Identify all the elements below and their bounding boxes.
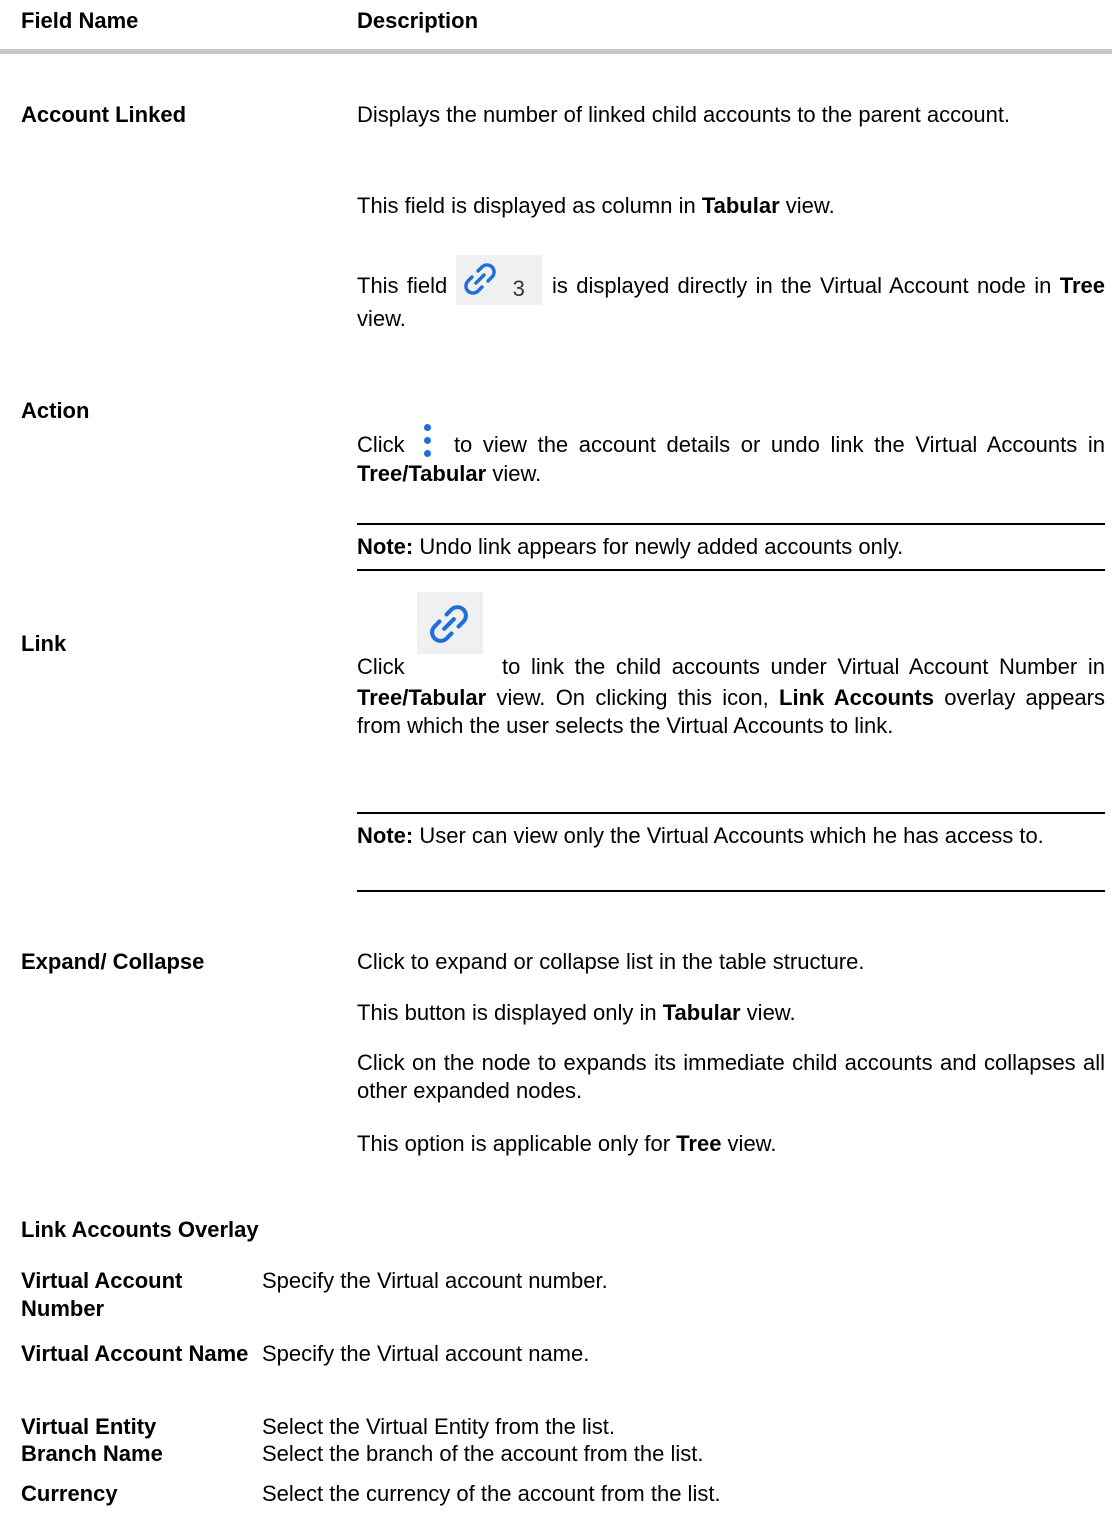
expand-desc-2: This button is displayed only in Tabular… — [357, 1000, 796, 1025]
overlay-field-branch-name: Branch Name — [21, 1441, 163, 1466]
column-header-field-name: Field Name — [21, 8, 139, 33]
field-expand-collapse: Expand/ Collapse — [21, 949, 205, 974]
expand-desc-4: This option is applicable only for Tree … — [357, 1131, 777, 1156]
field-link: Link — [21, 631, 67, 656]
overlay-field-virtual-account-name: Virtual Account Name — [21, 1341, 249, 1366]
overlay-section-title: Link Accounts Overlay — [21, 1217, 259, 1242]
link-icon — [430, 605, 469, 643]
kebab-menu-icon — [419, 424, 435, 460]
overlay-desc-virtual-entity: Select the Virtual Entity from the list. — [262, 1414, 615, 1439]
account-linked-desc-3: This field 3 is displayed directly in th… — [357, 255, 1105, 333]
header-divider — [0, 49, 1112, 54]
action-note: Note: Undo link appears for newly added … — [357, 523, 1105, 571]
linked-count-badge: 3 — [455, 255, 542, 305]
overlay-field-virtual-entity: Virtual Entity — [21, 1414, 157, 1439]
link-note: Note: User can view only the Virtual Acc… — [357, 812, 1105, 892]
expand-desc-1: Click to expand or collapse list in the … — [357, 949, 865, 974]
account-linked-desc-2: This field is displayed as column in Tab… — [357, 193, 835, 218]
column-header-description: Description — [357, 8, 479, 33]
overlay-desc-branch-name: Select the branch of the account from th… — [262, 1441, 704, 1466]
link-icon — [463, 263, 496, 295]
field-account-linked: Account Linked — [21, 102, 187, 127]
expand-desc-3: Click on the node to expands its immedia… — [357, 1050, 1105, 1103]
overlay-field-currency: Currency — [21, 1481, 118, 1506]
linked-count: 3 — [512, 276, 525, 301]
link-desc-1: Click to link the child accounts under V… — [357, 592, 1105, 740]
overlay-desc-currency: Select the currency of the account from … — [262, 1481, 721, 1506]
field-action: Action — [21, 398, 90, 423]
account-linked-desc-1: Displays the number of linked child acco… — [357, 102, 1011, 127]
overlay-desc-virtual-account-number: Specify the Virtual account number. — [262, 1268, 608, 1293]
action-desc-1: Click to view the account details or und… — [357, 424, 1105, 488]
overlay-desc-virtual-account-name: Specify the Virtual account name. — [262, 1341, 590, 1366]
overlay-field-virtual-account-number: Virtual Account Number — [21, 1268, 183, 1321]
